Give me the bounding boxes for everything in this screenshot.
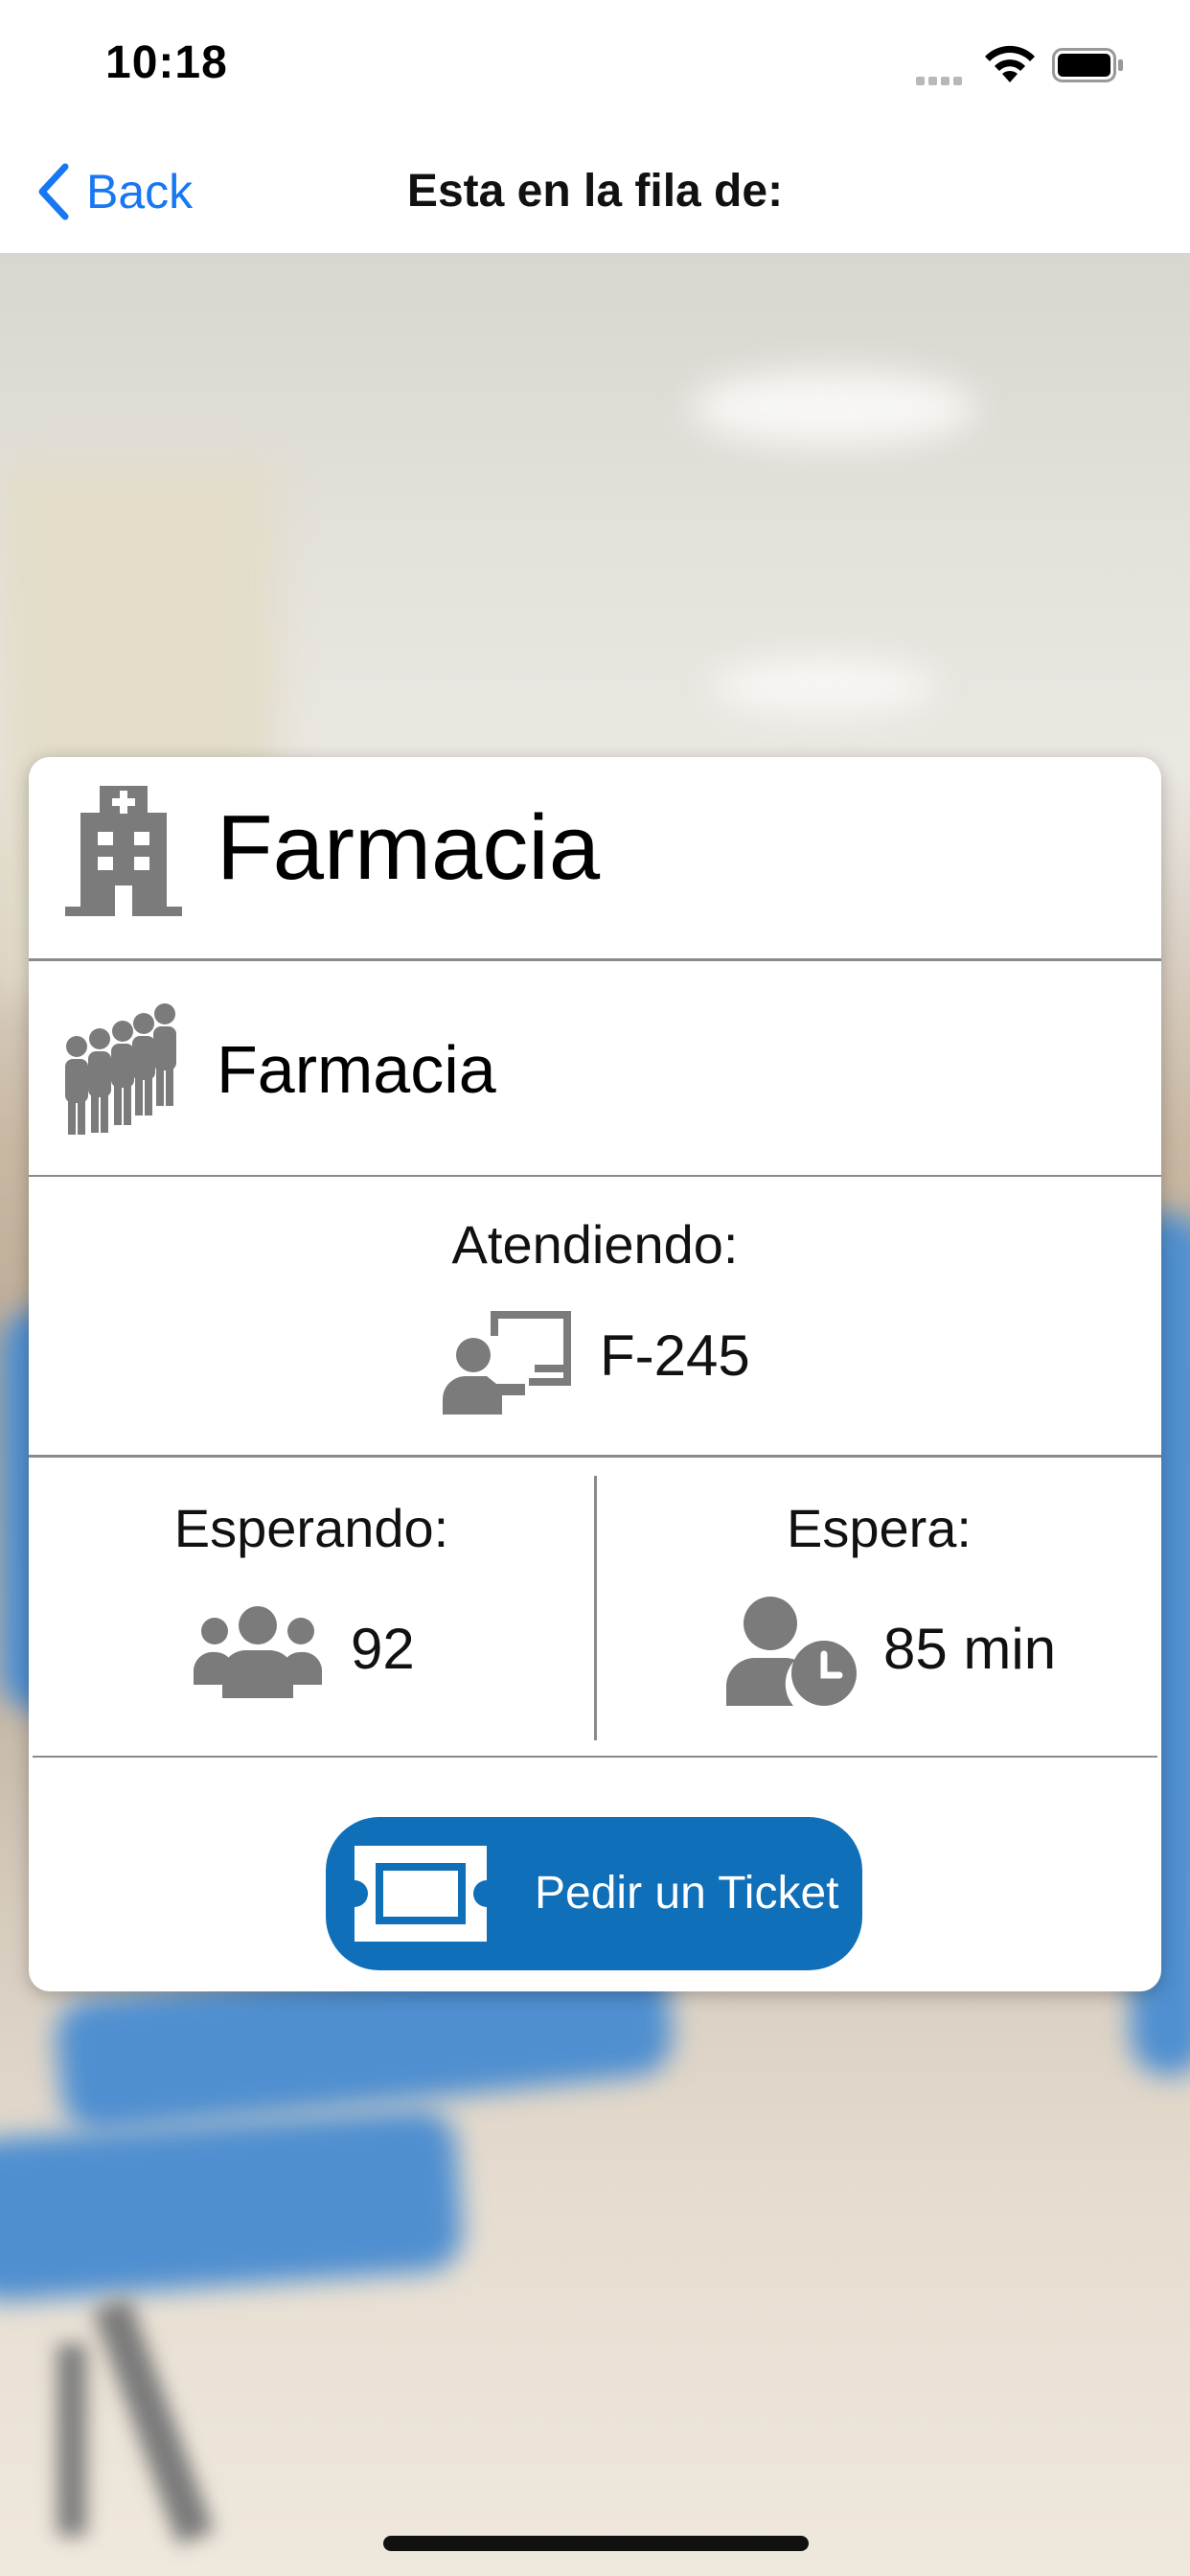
signal-icon [916,73,966,90]
battery-icon [1052,48,1123,82]
wait-time: 85 min [883,1617,1057,1681]
stats-row: Esperando: 92 Espera: 85 min [29,1459,1161,1756]
waiting-caption: Esperando: [173,1498,449,1558]
request-ticket-label: Pedir un Ticket [535,1868,839,1919]
waiting-count: 92 [351,1617,415,1681]
queue-name: Farmacia [217,1032,496,1107]
ticket-icon [355,1846,487,1942]
request-ticket-button[interactable]: Pedir un Ticket [326,1817,862,1970]
divider [29,958,1161,961]
queue-people-icon [65,1003,176,1135]
divider [29,1175,1161,1177]
serving-caption: Atendiendo: [451,1214,739,1275]
wait-caption: Espera: [787,1498,972,1558]
group-icon [194,1606,322,1698]
facility-header: Farmacia [29,757,1161,958]
wifi-icon [985,45,1035,82]
serving-ticket: F-245 [600,1323,750,1388]
queue-card: Farmacia Farmacia Atendiendo: F-245 Espe… [29,757,1161,1991]
navigation-bar: Back Esta en la fila de: [0,126,1190,255]
service-desk-icon [443,1311,571,1414]
status-time: 10:18 [105,37,228,88]
status-bar: 10:18 [0,0,1190,126]
divider [33,1756,1157,1758]
hospital-building-icon [65,786,182,916]
user-clock-icon [726,1597,857,1706]
page-title: Esta en la fila de: [406,166,784,217]
home-indicator[interactable] [383,2536,809,2551]
queue-row: Farmacia [29,962,1161,1175]
facility-name: Farmacia [217,796,601,899]
action-row: Pedir un Ticket [29,1760,1161,1991]
serving-section: Atendiendo: F-245 [29,1179,1161,1455]
divider [29,1455,1161,1458]
